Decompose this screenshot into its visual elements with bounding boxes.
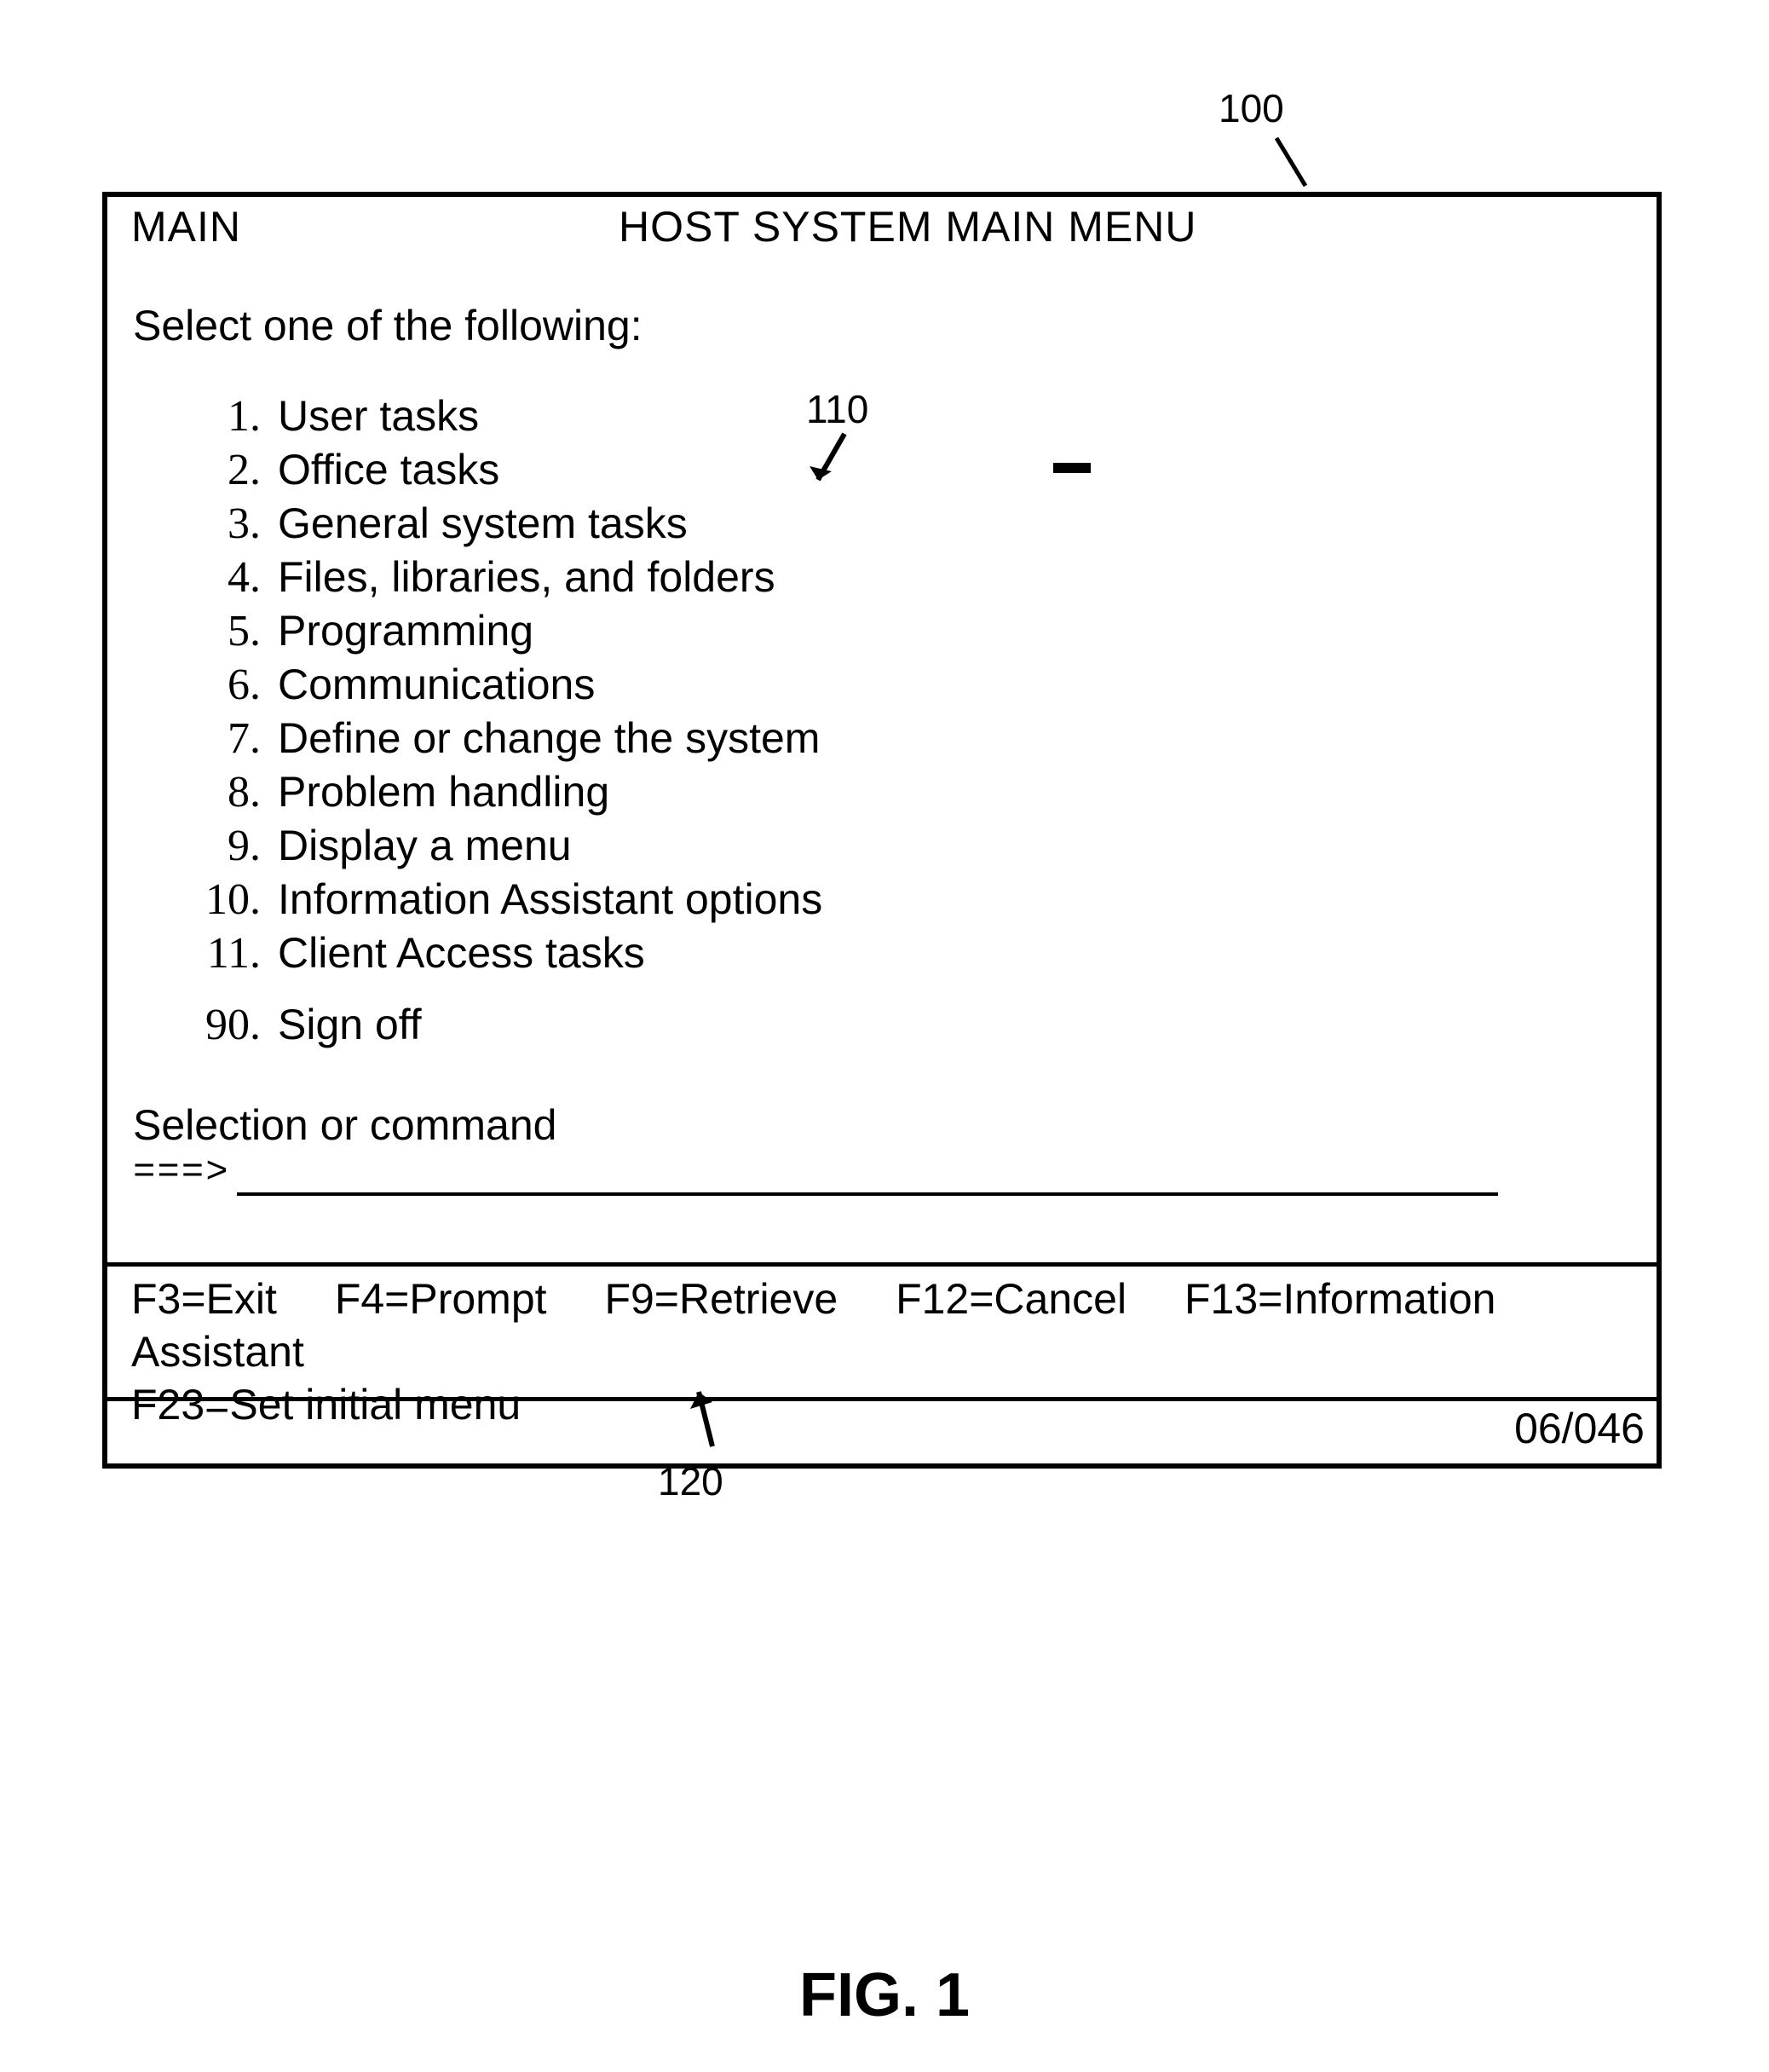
menu-item-number: 9. [176, 820, 261, 873]
menu-item-number: 90. [176, 999, 261, 1052]
menu-item-number: 5. [176, 605, 261, 658]
menu-item-label: Sign off [278, 998, 422, 1051]
menu-item[interactable]: 3. General system tasks [176, 497, 822, 551]
menu-item-number: 2. [176, 444, 261, 497]
menu-item-label: Display a menu [278, 819, 572, 872]
terminal-screen: MAIN HOST SYSTEM MAIN MENU Select one of… [102, 192, 1662, 1469]
menu-item-label: General system tasks [278, 497, 688, 550]
terminal-header: MAIN HOST SYSTEM MAIN MENU [107, 197, 1657, 255]
callout-120: 120 [658, 1458, 723, 1504]
menu-item-number: 6. [176, 659, 261, 712]
status-position: 06/046 [107, 1404, 1645, 1453]
menu-item[interactable]: 2. Office tasks [176, 443, 822, 497]
menu-item[interactable]: 7. Define or change the system [176, 712, 822, 765]
screen-name-label: MAIN [131, 202, 241, 251]
menu-item[interactable]: 10. Information Assistant options [176, 873, 822, 926]
menu-item[interactable]: 1. User tasks [176, 390, 822, 443]
menu-item[interactable]: 4. Files, libraries, and folders [176, 551, 822, 604]
menu-item-label: Information Assistant options [278, 873, 822, 926]
menu-item-label: Programming [278, 604, 533, 657]
callout-110: 110 [806, 386, 868, 432]
menu-item-number: 10. [176, 874, 261, 926]
command-input[interactable] [237, 1158, 1498, 1196]
menu-item-signoff[interactable]: 90. Sign off [176, 998, 422, 1052]
fkey-f9[interactable]: F9=Retrieve [604, 1275, 838, 1323]
menu-item-label: Define or change the system [278, 712, 820, 765]
callout-110-arrow-icon [806, 429, 866, 497]
menu-item[interactable]: 6. Communications [176, 658, 822, 712]
menu-item-label: Files, libraries, and folders [278, 551, 775, 603]
callout-100: 100 [1219, 85, 1284, 131]
menu-item-label: Office tasks [278, 443, 499, 496]
callout-100-leader-icon [1270, 135, 1312, 194]
menu-item-number: 11. [176, 927, 261, 980]
figure-caption: FIG. 1 [0, 1960, 1769, 2030]
select-prompt: Select one of the following: [133, 301, 642, 350]
fkey-f4[interactable]: F4=Prompt [335, 1275, 547, 1323]
command-prompt-arrow: ===> [133, 1151, 230, 1196]
menu-item[interactable]: 9. Display a menu [176, 819, 822, 873]
divider [107, 1397, 1657, 1401]
menu-item-label: Client Access tasks [278, 926, 645, 979]
menu-item-label: Communications [278, 658, 595, 711]
command-line[interactable]: ===> [133, 1151, 1498, 1196]
menu-item[interactable]: 5. Programming [176, 604, 822, 658]
menu-item-number: 4. [176, 551, 261, 604]
menu-item[interactable]: 8. Problem handling [176, 765, 822, 819]
divider [107, 1262, 1657, 1267]
menu-item-number: 3. [176, 498, 261, 551]
command-label: Selection or command [133, 1100, 556, 1150]
menu-item-label: Problem handling [278, 765, 609, 818]
menu-item-number: 8. [176, 766, 261, 819]
menu-item-number: 7. [176, 713, 261, 765]
menu-item-number: 1. [176, 390, 261, 443]
screen-title: HOST SYSTEM MAIN MENU [619, 202, 1196, 251]
menu-item-label: User tasks [278, 390, 479, 442]
menu-item[interactable]: 11. Client Access tasks [176, 926, 822, 980]
text-cursor-icon [1053, 463, 1091, 473]
menu-list: 1. User tasks 2. Office tasks 3. General sy… [176, 390, 822, 980]
fkey-f3[interactable]: F3=Exit [131, 1275, 277, 1323]
fkey-f12[interactable]: F12=Cancel [896, 1275, 1127, 1323]
